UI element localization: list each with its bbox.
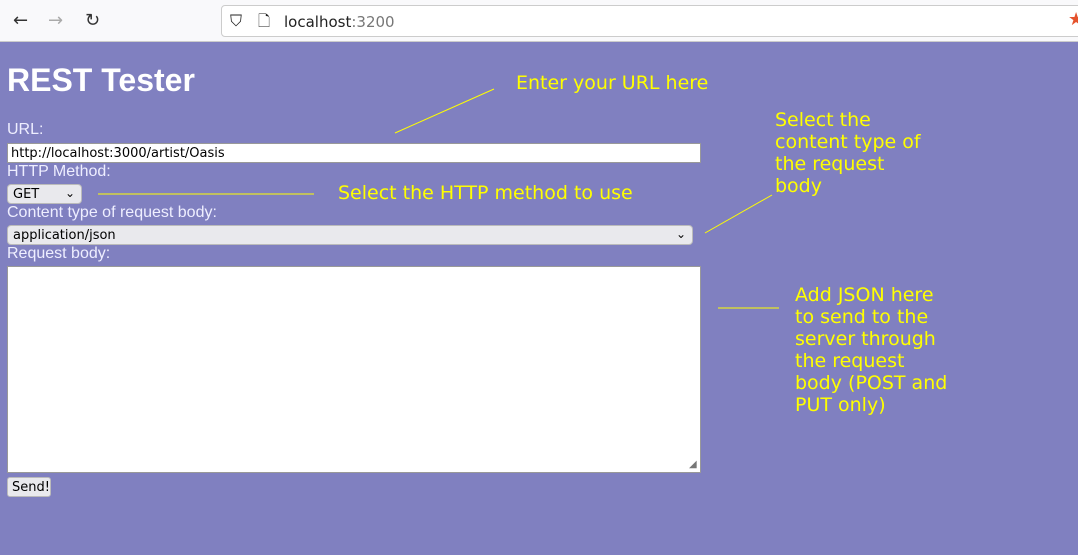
annotation-line-text: body (POST and	[795, 372, 948, 394]
annotation-line-text: the request	[795, 350, 905, 372]
annotation-line-text: server through	[795, 328, 936, 350]
method-annotation: Select the HTTP method to use	[338, 182, 633, 204]
annotation-line-text: PUT only)	[795, 394, 886, 416]
annotation-line-text: Add JSON here	[795, 284, 934, 306]
url-annotation-line	[394, 88, 495, 134]
annotation-line-text: body	[775, 175, 822, 197]
annotation-line-text: to send to the	[795, 306, 929, 328]
annotation-line-text: Select the	[775, 109, 871, 131]
url-annotation: Enter your URL here	[516, 72, 709, 94]
content-type-annotation: Select the content type of the request b…	[775, 109, 921, 197]
body-annotation: Add JSON here to send to the server thro…	[795, 284, 947, 416]
annotation-line-text: content type of	[775, 131, 921, 153]
content-type-annotation-line	[704, 194, 773, 234]
annotation-line-text: the request	[775, 153, 885, 175]
